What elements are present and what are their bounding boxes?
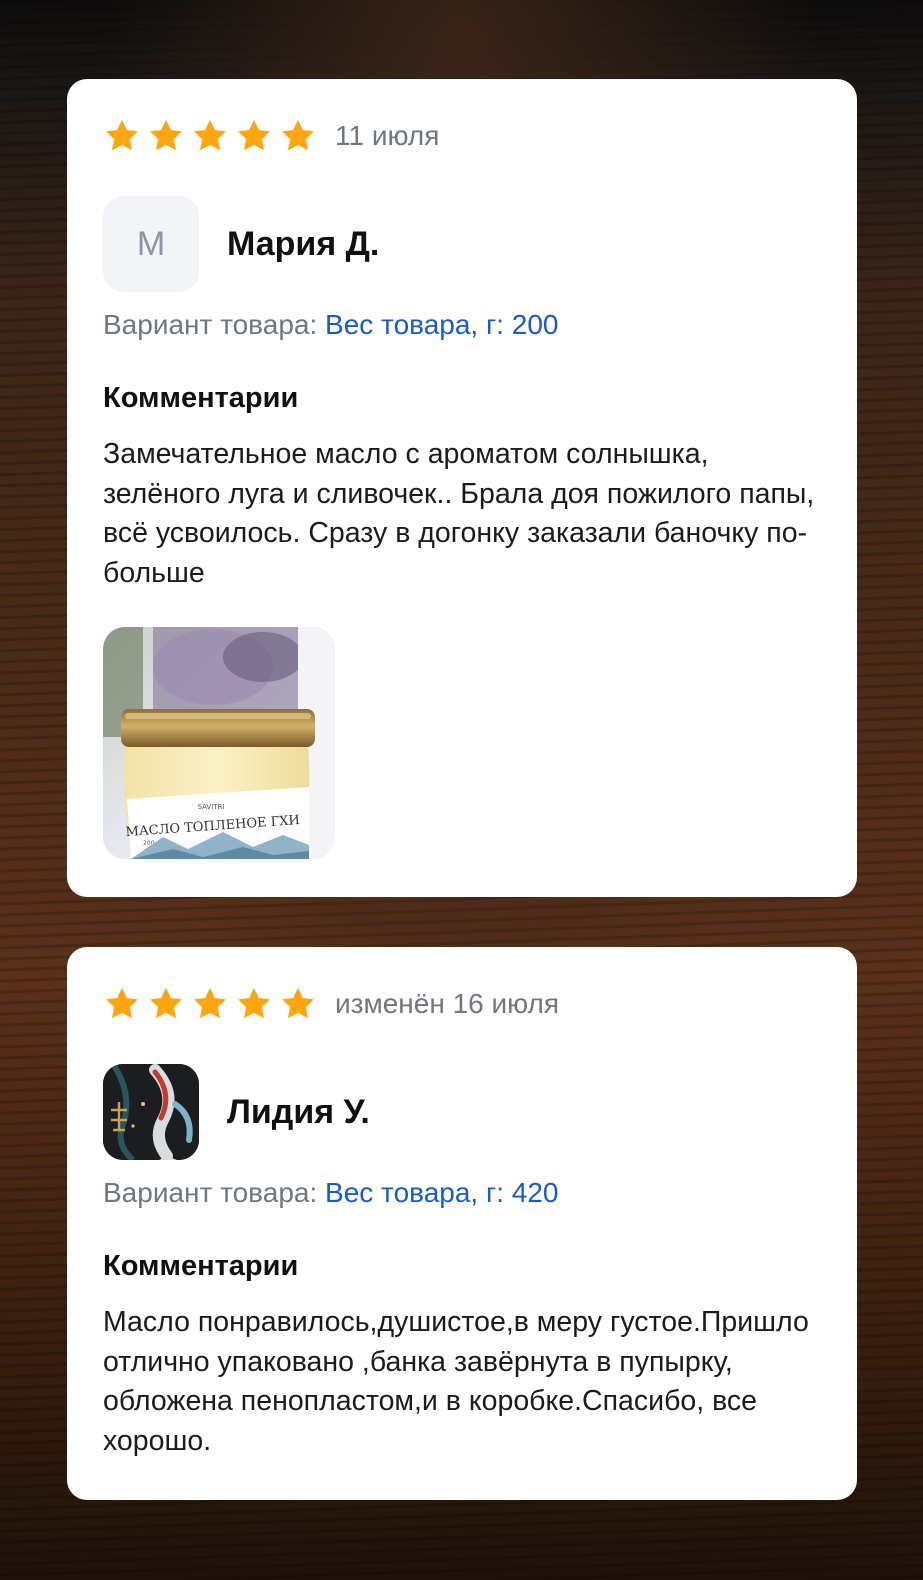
author-name: Лидия У. bbox=[227, 1092, 370, 1131]
star-icon bbox=[150, 987, 182, 1019]
author-row: Лидия У. bbox=[103, 1064, 370, 1160]
avatar: М bbox=[103, 196, 199, 292]
koi-fish-avatar-icon bbox=[103, 1064, 199, 1160]
review-photo[interactable]: SAVITRI МАСЛО ТОПЛЕНОЕ ГХИ 200 мл bbox=[103, 627, 335, 859]
star-icon bbox=[238, 987, 270, 1019]
variant-value-link[interactable]: Вес товара, г: 200 bbox=[325, 309, 558, 340]
star-icon bbox=[194, 987, 226, 1019]
svg-text:SAVITRI: SAVITRI bbox=[198, 803, 225, 811]
product-variant: Вариант товара: Вес товара, г: 200 bbox=[103, 309, 558, 341]
comment-text: Масло понравилось,душистое,в меру густое… bbox=[103, 1306, 809, 1457]
product-variant: Вариант товара: Вес товара, г: 420 bbox=[103, 1177, 558, 1209]
star-icon bbox=[194, 119, 226, 151]
ghee-jar-photo-icon: SAVITRI МАСЛО ТОПЛЕНОЕ ГХИ 200 мл bbox=[103, 627, 335, 859]
rating-row: 11 июля bbox=[103, 117, 439, 155]
variant-value-link[interactable]: Вес товара, г: 420 bbox=[325, 1177, 558, 1208]
star-icon bbox=[106, 119, 138, 151]
comment-text: Замечательное масло с ароматом солнышка,… bbox=[103, 438, 815, 589]
review-date: 11 июля bbox=[335, 120, 440, 151]
review-date: изменён 16 июля bbox=[335, 988, 560, 1019]
star-icon bbox=[150, 119, 182, 151]
star-rating bbox=[103, 117, 317, 155]
comments-title: Комментарии bbox=[103, 382, 299, 414]
variant-label: Вариант товара: bbox=[103, 309, 326, 340]
star-icon bbox=[282, 119, 314, 151]
author-row: М Мария Д. bbox=[103, 196, 379, 292]
star-rating bbox=[103, 985, 317, 1023]
variant-label: Вариант товара: bbox=[103, 1177, 326, 1208]
comments-title: Комментарии bbox=[103, 1250, 299, 1282]
star-icon bbox=[238, 119, 270, 151]
review-card: 11 июля М Мария Д. Вариант товара: Вес т… bbox=[67, 79, 857, 897]
avatar bbox=[103, 1064, 199, 1160]
author-name: Мария Д. bbox=[227, 224, 380, 263]
star-icon bbox=[106, 987, 138, 1019]
rating-row: изменён 16 июля bbox=[103, 985, 559, 1023]
review-card: изменён 16 июля Лидия У. Вариант товара:… bbox=[67, 947, 857, 1500]
star-icon bbox=[282, 987, 314, 1019]
